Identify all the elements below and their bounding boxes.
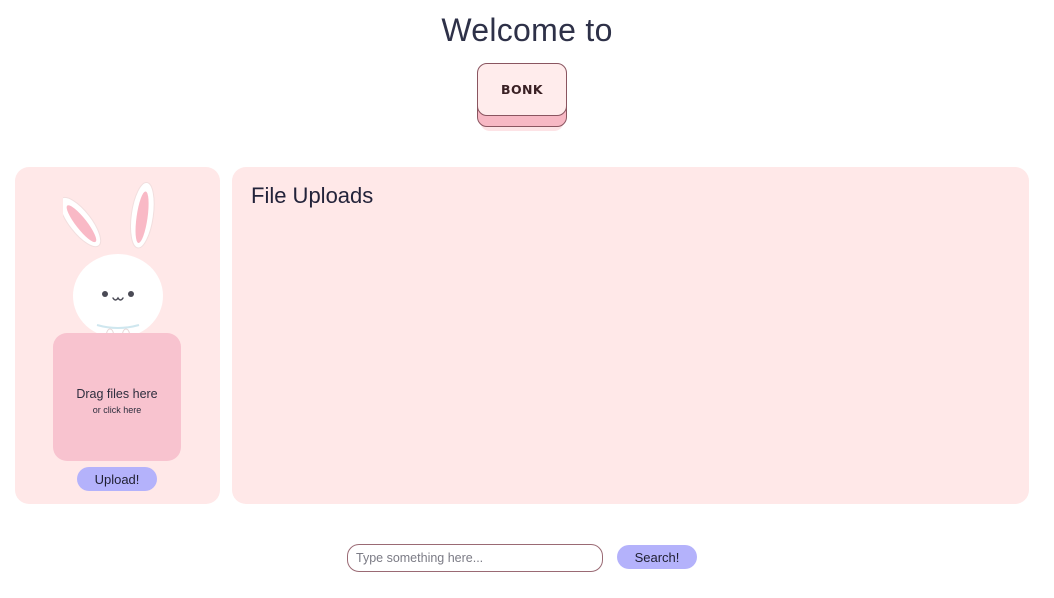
page: Welcome to BONK Drag files here or click… [0, 0, 1054, 598]
search-button[interactable]: Search! [617, 545, 697, 569]
drop-zone-subtitle: or click here [92, 405, 142, 415]
file-uploads-panel: File Uploads [232, 167, 1029, 504]
upload-panel: Drag files here or click here Upload! [15, 167, 220, 504]
brand-button-container: BONK [477, 63, 567, 133]
bonk-button[interactable]: BONK [477, 63, 567, 116]
upload-button[interactable]: Upload! [77, 467, 157, 491]
search-input[interactable] [347, 544, 603, 572]
file-drop-zone[interactable]: Drag files here or click here [53, 333, 181, 461]
file-uploads-title: File Uploads [251, 183, 374, 208]
drop-zone-title: Drag files here [76, 387, 158, 401]
bunny-icon [63, 182, 163, 346]
welcome-heading: Welcome to [441, 12, 613, 48]
